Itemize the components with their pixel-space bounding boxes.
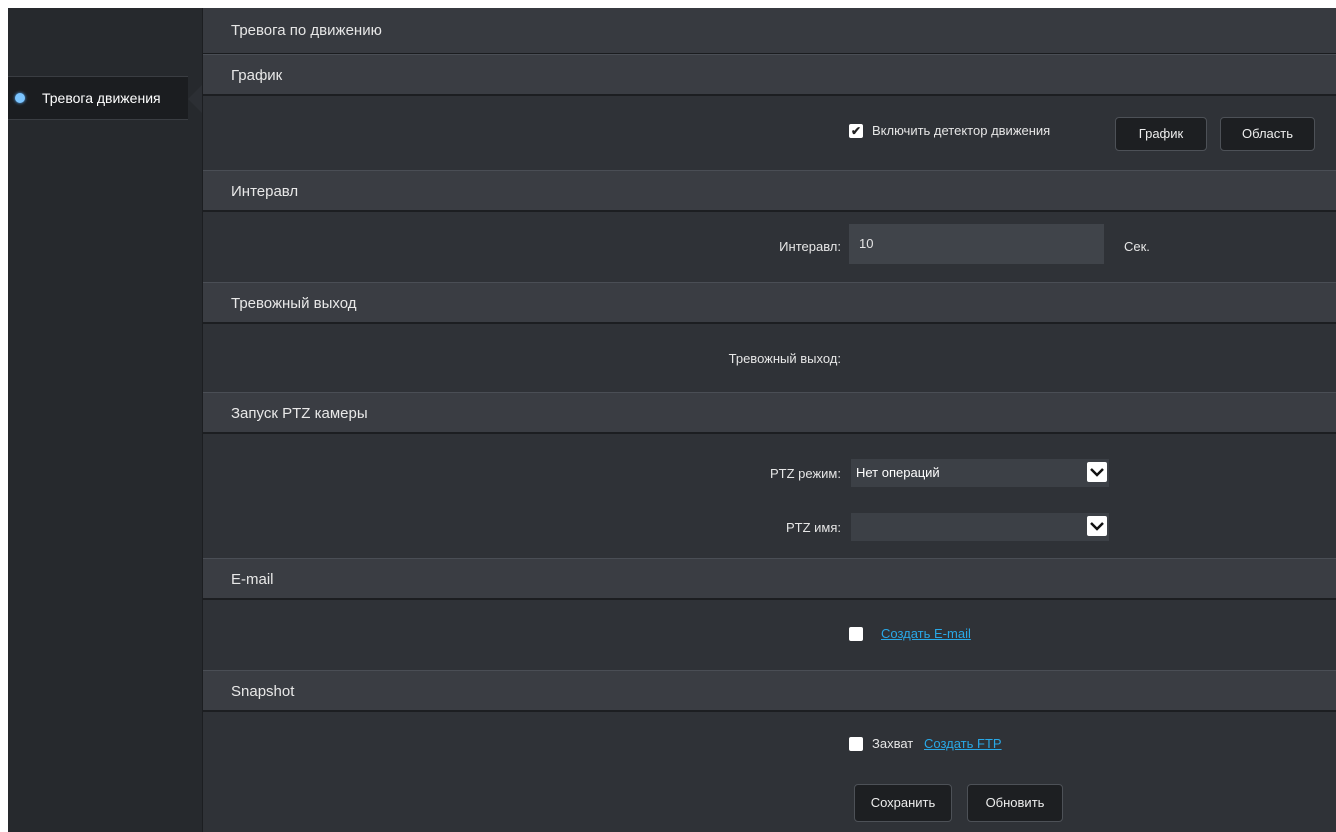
sidebar-item-motion-alarm[interactable]: Тревога движения <box>8 76 202 120</box>
ptz-name-select[interactable] <box>851 513 1109 541</box>
main-panel: Тревога по движению График ✔ Включить де… <box>203 8 1336 832</box>
page-title: Тревога по движению <box>203 8 1336 54</box>
save-button[interactable]: Сохранить <box>854 784 952 822</box>
section-header-snapshot: Snapshot <box>203 670 1336 712</box>
chevron-down-icon <box>1087 516 1107 536</box>
active-indicator-icon <box>15 93 25 103</box>
section-body-email: Создать E-mail <box>203 600 1336 670</box>
area-button[interactable]: Область <box>1220 117 1315 151</box>
enable-motion-detector-checkbox[interactable]: ✔ <box>849 124 863 138</box>
alarm-output-label: Тревожный выход: <box>728 351 841 366</box>
ptz-mode-label: PTZ режим: <box>770 466 841 481</box>
sidebar: Тревога движения <box>8 8 203 832</box>
create-ftp-link[interactable]: Создать FTP <box>924 736 1002 751</box>
ptz-mode-select[interactable]: Нет операций <box>851 459 1109 487</box>
ptz-mode-value: Нет операций <box>856 465 940 480</box>
capture-checkbox[interactable] <box>849 737 863 751</box>
app-frame: Тревога движения Тревога по движению Гра… <box>8 8 1336 832</box>
section-header-schedule: График <box>203 54 1336 96</box>
interval-label: Интеравл: <box>779 239 841 254</box>
refresh-button[interactable]: Обновить <box>967 784 1063 822</box>
section-header-alarm-output: Тревожный выход <box>203 282 1336 324</box>
enable-motion-detector-label: Включить детектор движения <box>872 123 1051 138</box>
chevron-down-icon <box>1087 462 1107 482</box>
interval-unit: Сек. <box>1124 239 1150 254</box>
section-body-interval: Интеравл: 10 Сек. <box>203 212 1336 282</box>
section-header-email: E-mail <box>203 558 1336 600</box>
section-body-schedule: ✔ Включить детектор движения График Обла… <box>203 96 1336 170</box>
section-header-interval: Интеравл <box>203 170 1336 212</box>
active-pointer-icon <box>188 85 202 113</box>
schedule-button[interactable]: График <box>1115 117 1207 151</box>
section-body-alarm-output: Тревожный выход: <box>203 324 1336 392</box>
capture-label: Захват <box>872 736 914 751</box>
section-header-ptz: Запуск PTZ камеры <box>203 392 1336 434</box>
interval-input[interactable]: 10 <box>849 224 1104 264</box>
section-body-snapshot: Захват Создать FTP Сохранить Обновить <box>203 712 1336 832</box>
ptz-name-label: PTZ имя: <box>785 520 841 535</box>
create-email-link[interactable]: Создать E-mail <box>881 626 971 641</box>
sidebar-item-label: Тревога движения <box>42 90 161 106</box>
email-checkbox[interactable] <box>849 627 863 641</box>
section-body-ptz: PTZ режим: Нет операций PTZ имя: <box>203 434 1336 558</box>
